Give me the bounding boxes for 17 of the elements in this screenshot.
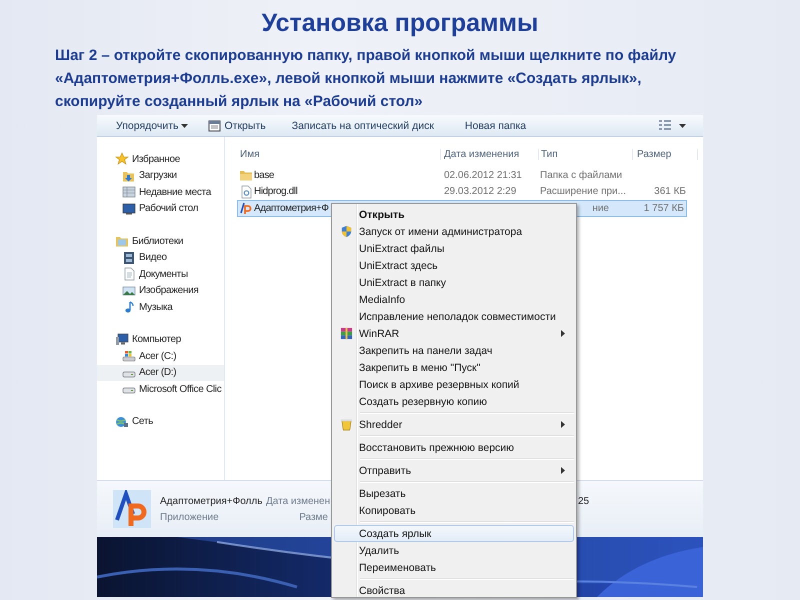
file-date: 29.03.2012 2:29: [444, 186, 516, 198]
instruction-text: Шаг 2 – откройте скопированную папку, правой кнопкой мыши щелкните по файлу «Адаптометрия+Фолль.exe», левой кнопкой мыши нажмите «Создать ярлык», скопируйте созданный ярлык на «Рабочий стол»: [55, 46, 676, 112]
file-type: Расширение при...: [540, 186, 626, 198]
details-name: Адаптометрия+Фолль: [160, 496, 264, 506]
details-value: 25: [578, 496, 590, 506]
details-label: Дата изменен: [266, 496, 328, 506]
file-type: ние: [592, 202, 609, 214]
file-size: 361 КБ: [654, 186, 686, 198]
details-label: Разме: [298, 512, 328, 522]
file-name: base: [254, 170, 274, 181]
file-date: 02.06.2012 21:31: [444, 170, 522, 181]
file-size: 1 757 КБ: [644, 202, 684, 214]
file-name: Адаптометрия+Ф: [254, 202, 329, 214]
details-type: Приложение: [160, 512, 220, 522]
file-name: Hidprog.dll: [254, 186, 298, 198]
slide-title: Установка программы: [262, 8, 538, 34]
file-type: Папка с файлами: [540, 170, 622, 181]
